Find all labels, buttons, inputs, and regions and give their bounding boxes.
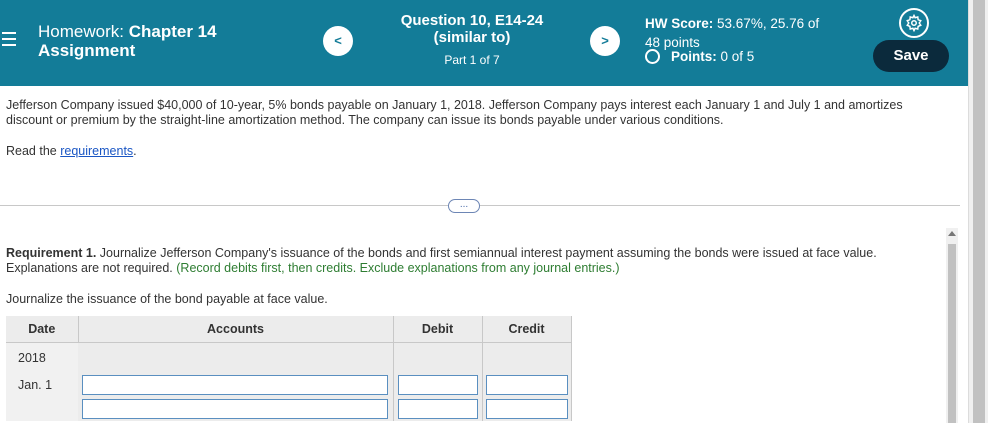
- year-row-accounts-cell: [78, 342, 394, 373]
- chevron-right-icon: >: [601, 33, 609, 48]
- scroll-up-arrow-icon[interactable]: [948, 231, 956, 236]
- homework-assignment: Assignment: [38, 41, 136, 60]
- page-scrollbar[interactable]: [968, 0, 988, 423]
- expand-more-button[interactable]: ...: [448, 199, 480, 213]
- requirement-text: Requirement 1. Journalize Jefferson Comp…: [6, 246, 936, 276]
- debit-cell: [393, 372, 483, 397]
- page-scrollbar-thumb[interactable]: [973, 0, 985, 423]
- credit-input[interactable]: [485, 374, 568, 395]
- hw-score-value: 53.67%, 25.76 of: [717, 16, 820, 31]
- hw-score-label: HW Score:: [645, 16, 714, 31]
- problem-statement: Jefferson Company issued $40,000 of 10-y…: [6, 98, 903, 127]
- question-title-line2: (similar to): [433, 29, 511, 46]
- hw-score: HW Score: 53.67%, 25.76 of 48 points: [645, 14, 819, 52]
- journal-row: Jan. 1: [6, 372, 572, 397]
- account-input[interactable]: [82, 374, 389, 395]
- question-part: Part 1 of 7: [444, 53, 500, 67]
- menu-icon[interactable]: [2, 32, 16, 50]
- points-label: Points:: [671, 49, 717, 64]
- journal-year: 2018: [6, 342, 78, 373]
- read-prefix: Read the: [6, 144, 61, 158]
- previous-question-button[interactable]: <: [323, 26, 353, 56]
- year-row-credit-cell: [482, 342, 572, 373]
- requirements-link[interactable]: requirements: [60, 144, 133, 158]
- credit-input[interactable]: [485, 398, 568, 419]
- content-scrollbar-thumb[interactable]: [948, 244, 956, 423]
- account-input[interactable]: [82, 398, 389, 419]
- year-row-debit-cell: [393, 342, 483, 373]
- circle-icon: [645, 49, 660, 64]
- journal-row-date: [6, 396, 78, 421]
- next-question-button[interactable]: >: [590, 26, 620, 56]
- question-title-line1: Question 10, E14-24: [400, 12, 544, 29]
- homework-title: Homework: Chapter 14 Assignment: [38, 22, 217, 60]
- column-header-credit: Credit: [482, 316, 572, 343]
- save-button[interactable]: Save: [873, 40, 949, 72]
- journal-row-date: Jan. 1: [6, 372, 78, 397]
- read-suffix: .: [133, 144, 137, 158]
- accounts-cell: [78, 372, 394, 397]
- accounts-cell: [78, 396, 394, 421]
- chevron-left-icon: <: [334, 33, 342, 48]
- requirement-label: Requirement 1.: [6, 246, 97, 260]
- points-value: 0 of 5: [720, 49, 755, 64]
- column-header-debit: Debit: [393, 316, 483, 343]
- question-info: Question 10, E14-24 (similar to) Part 1 …: [380, 12, 564, 67]
- content-scrollbar[interactable]: [946, 228, 958, 423]
- journal-year-row: 2018: [6, 342, 572, 373]
- journal-caption: Journalize the issuance of the bond paya…: [6, 292, 328, 306]
- hw-score-points: 48 points: [645, 35, 700, 50]
- section-divider: [0, 205, 960, 206]
- debit-cell: [393, 396, 483, 421]
- debit-input[interactable]: [397, 398, 478, 419]
- column-header-accounts: Accounts: [78, 316, 394, 343]
- question-points: Points: 0 of 5: [645, 49, 754, 64]
- journal-table: Date Accounts Debit Credit 2018 Jan. 1: [6, 316, 572, 421]
- column-header-date: Date: [6, 316, 79, 343]
- read-requirements: Read the requirements.: [6, 144, 137, 158]
- debit-input[interactable]: [397, 374, 478, 395]
- credit-cell: [482, 396, 572, 421]
- top-header-bar: Homework: Chapter 14 Assignment < Questi…: [0, 0, 968, 86]
- journal-header-row: Date Accounts Debit Credit: [6, 316, 572, 343]
- credit-cell: [482, 372, 572, 397]
- homework-prefix: Homework:: [38, 22, 124, 41]
- requirement-instruction: (Record debits first, then credits. Excl…: [172, 261, 620, 275]
- homework-chapter: Chapter 14: [128, 22, 217, 41]
- gear-icon[interactable]: [899, 8, 929, 38]
- journal-row: [6, 396, 572, 421]
